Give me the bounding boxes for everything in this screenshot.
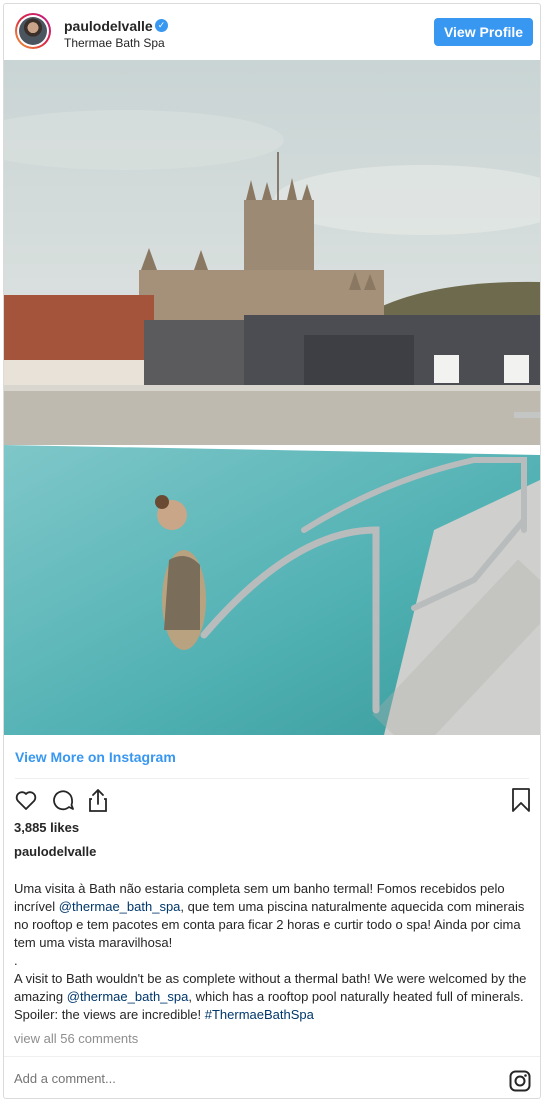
location-link[interactable]: Thermae Bath Spa — [64, 36, 165, 50]
mention-link[interactable]: @thermae_bath_spa — [59, 899, 181, 914]
view-profile-button[interactable]: View Profile — [434, 18, 533, 46]
comment-input[interactable] — [14, 1071, 454, 1086]
share-icon[interactable] — [86, 787, 110, 818]
caption-username[interactable]: paulodelvalle — [14, 844, 96, 859]
mention-link[interactable]: @thermae_bath_spa — [67, 989, 189, 1004]
instagram-embed-card: paulodelvalle ✓ Thermae Bath Spa View Pr… — [3, 3, 541, 1099]
hashtag-link[interactable]: #ThermaeBathSpa — [205, 1007, 314, 1022]
instagram-icon[interactable] — [509, 1070, 531, 1097]
comment-icon[interactable] — [51, 788, 75, 817]
heart-icon[interactable] — [14, 788, 38, 817]
like-count[interactable]: 3,885 likes — [14, 820, 79, 835]
username[interactable]: paulodelvalle — [64, 18, 153, 34]
post-caption: Uma visita à Bath não estaria completa s… — [14, 881, 527, 1022]
post-header: paulodelvalle ✓ Thermae Bath Spa View Pr… — [4, 4, 540, 60]
avatar[interactable] — [15, 13, 51, 49]
bookmark-icon[interactable] — [511, 787, 531, 818]
post-image[interactable] — [4, 60, 540, 735]
verified-badge-icon: ✓ — [155, 19, 168, 32]
divider — [15, 778, 529, 779]
view-comments-link[interactable]: view all 56 comments — [14, 1031, 138, 1046]
view-more-link[interactable]: View More on Instagram — [15, 749, 176, 765]
add-comment-bar — [4, 1056, 540, 1098]
